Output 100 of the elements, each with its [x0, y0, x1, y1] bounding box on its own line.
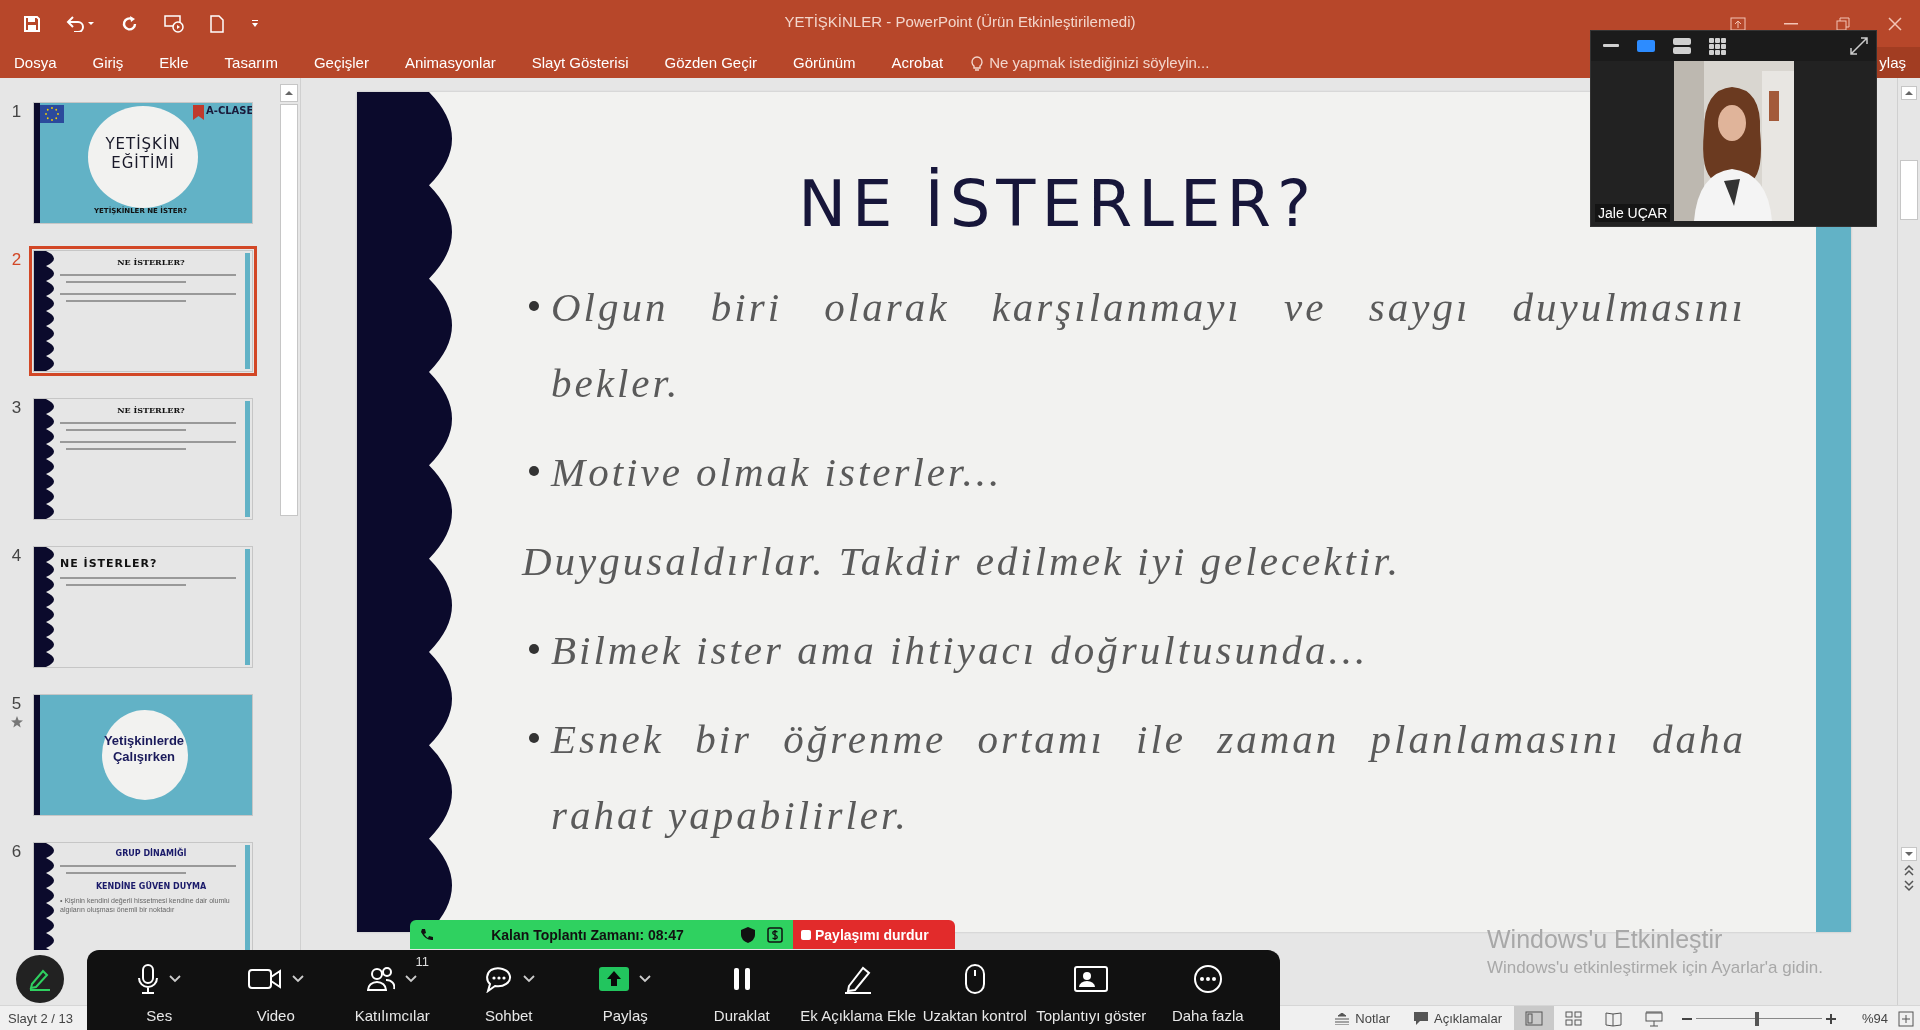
grid-view-icon[interactable]: [1709, 37, 1726, 55]
slide-text: Duygusaldırlar. Takdir edilmek iyi gelecektir.: [522, 537, 1402, 586]
zoom-value[interactable]: %94: [1843, 1011, 1898, 1026]
previous-slide-icon[interactable]: [1903, 863, 1915, 877]
toolbar-button[interactable]: 11 Katılımcılar: [334, 950, 451, 1030]
mouse-icon: [963, 964, 986, 994]
caret-icon[interactable]: [639, 975, 652, 983]
shield-icon: [741, 926, 755, 943]
comments-button[interactable]: Açıklamalar: [1402, 1006, 1514, 1030]
notes-icon: [1335, 1012, 1350, 1025]
tell-me-field[interactable]: Ne yapmak istediğinizi söyleyin...: [989, 54, 1210, 71]
ribbon-tab[interactable]: Geçişler: [295, 54, 387, 71]
toolbar-button[interactable]: Ek Açıklama Ekle: [800, 950, 917, 1030]
scroll-down-icon[interactable]: [1901, 847, 1917, 861]
ribbon-tab[interactable]: Görünüm: [775, 54, 874, 71]
ribbon-tab[interactable]: Acrobat: [873, 54, 962, 71]
slide-title: NE İSTERLER?: [117, 257, 185, 267]
participant-name: Jale UÇAR: [1595, 204, 1671, 222]
logo-text: A-CLASE: [206, 105, 252, 116]
pen-icon: [843, 964, 874, 994]
caret-icon[interactable]: [405, 975, 418, 983]
comment-icon: [1414, 1012, 1429, 1025]
slide-number: 2: [11, 250, 22, 271]
customize-caret-icon[interactable]: [250, 19, 260, 28]
slide-thumbnail[interactable]: Yetişkinlerde Çalışırken: [33, 694, 253, 816]
toolbar-button[interactable]: Sohbet: [450, 950, 567, 1030]
slide-title: YETİŞKİN: [105, 135, 181, 153]
slide-number: 1: [11, 102, 22, 123]
meeting-timer: Kalan Toplantı Zamanı: 08:47: [490, 926, 685, 943]
ribbon-tab[interactable]: Tasarım: [206, 54, 296, 71]
stacked-view-icon[interactable]: [1673, 38, 1691, 54]
slide-text: Bilmek ister ama ihtiyacı doğrultusunda...: [551, 626, 1370, 675]
caret-icon[interactable]: [169, 975, 182, 983]
undo-icon[interactable]: [66, 15, 96, 32]
slide-thumbnail[interactable]: NE İSTERLER?: [33, 546, 253, 668]
caret-icon[interactable]: [291, 975, 304, 983]
scrollbar-thumb[interactable]: [1900, 160, 1918, 220]
bookmark-icon: [193, 105, 204, 120]
close-icon[interactable]: [1888, 16, 1902, 31]
save-icon[interactable]: [24, 15, 40, 32]
notes-button[interactable]: Notlar: [1323, 1006, 1403, 1030]
slide-text: Motive olmak isterler...: [551, 448, 1004, 497]
lightbulb-icon: [971, 54, 984, 71]
sorter-view-icon: [1564, 1010, 1583, 1027]
share-screen-icon: [599, 967, 630, 991]
bullet-icon: [529, 466, 539, 476]
toolbar-button[interactable]: Ses: [101, 950, 218, 1030]
more-icon: [1192, 964, 1223, 994]
reading-view-icon: [1604, 1010, 1623, 1027]
minimize-icon[interactable]: [1603, 44, 1619, 48]
ribbon-tab[interactable]: Gözden Geçir: [646, 54, 776, 71]
scrollbar-thumb[interactable]: [280, 104, 298, 516]
redo-icon[interactable]: [122, 15, 138, 32]
slide-thumbnail[interactable]: NE İSTERLER?: [33, 398, 253, 520]
scroll-up-icon[interactable]: [280, 84, 298, 102]
pen-icon: [28, 967, 52, 991]
slideshow-icon[interactable]: [164, 14, 184, 33]
next-slide-icon[interactable]: [1903, 879, 1915, 893]
toolbar-button[interactable]: Video: [217, 950, 334, 1030]
new-document-icon[interactable]: [210, 14, 224, 33]
slide-title: Yetişkinlerde: [103, 733, 185, 749]
zoom-in-icon[interactable]: [1825, 1013, 1836, 1024]
toolbar-button[interactable]: Paylaş: [567, 950, 684, 1030]
ribbon-display-icon[interactable]: [1730, 16, 1746, 31]
dollar-icon: [767, 926, 783, 943]
toolbar-button[interactable]: Uzaktan kontrol: [916, 950, 1033, 1030]
caret-icon[interactable]: [522, 975, 535, 983]
window-title: YETİŞKİNLER - PowerPoint (Ürün Etkinleştirilemedi): [784, 13, 1136, 30]
slide-title: NE İSTERLER?: [798, 166, 1317, 243]
ribbon-tab[interactable]: Slayt Gösterisi: [513, 54, 647, 71]
stop-sharing-button[interactable]: Paylaşımı durdur: [793, 920, 955, 949]
slide-title: GRUP DİNAMİĞİ: [115, 849, 187, 858]
slide-number: 6: [11, 842, 22, 863]
slide-number: 4: [11, 546, 22, 567]
slide-title: NE İSTERLER?: [117, 405, 185, 415]
participants-icon: [367, 966, 396, 992]
bullet-icon: [529, 733, 539, 743]
slide-text: Esnek bir öğrenme ortamı ile zaman planlamasını daha rahat yapabilirler.: [551, 715, 1746, 840]
ribbon-tab[interactable]: Animasyonlar: [386, 54, 514, 71]
slide-number: 5: [11, 694, 22, 715]
participant-count: 11: [415, 954, 429, 969]
bullet-icon: [529, 301, 539, 311]
toolbar-button[interactable]: Duraklat: [683, 950, 800, 1030]
slide-text: Olgun biri olarak karşılanmayı ve saygı duyulmasını bekler.: [551, 283, 1746, 408]
activation-message: Windows'u etkinleştirmek için Ayarlar'a gidin.: [1487, 958, 1823, 978]
fit-slide-icon[interactable]: [1898, 1010, 1914, 1027]
activation-title: Windows'u Etkinleştir: [1487, 925, 1724, 954]
ribbon-tab[interactable]: Dosya: [0, 54, 75, 71]
share-button[interactable]: ylaş: [1875, 47, 1920, 78]
pause-icon: [731, 967, 752, 991]
scroll-up-icon[interactable]: [1901, 86, 1917, 100]
toolbar-button[interactable]: Daha fazla: [1149, 950, 1266, 1030]
expand-icon[interactable]: [1850, 37, 1868, 55]
ribbon-tab[interactable]: Ekle: [141, 54, 207, 71]
slide-title: Çalışırken: [112, 749, 176, 765]
toolbar-button[interactable]: Toplantıyı göster: [1033, 950, 1150, 1030]
restore-icon[interactable]: [1836, 16, 1850, 31]
ribbon-tab[interactable]: Giriş: [74, 54, 142, 71]
normal-view-button[interactable]: [1513, 1006, 1554, 1030]
presenter-screen-icon: [1074, 966, 1109, 992]
